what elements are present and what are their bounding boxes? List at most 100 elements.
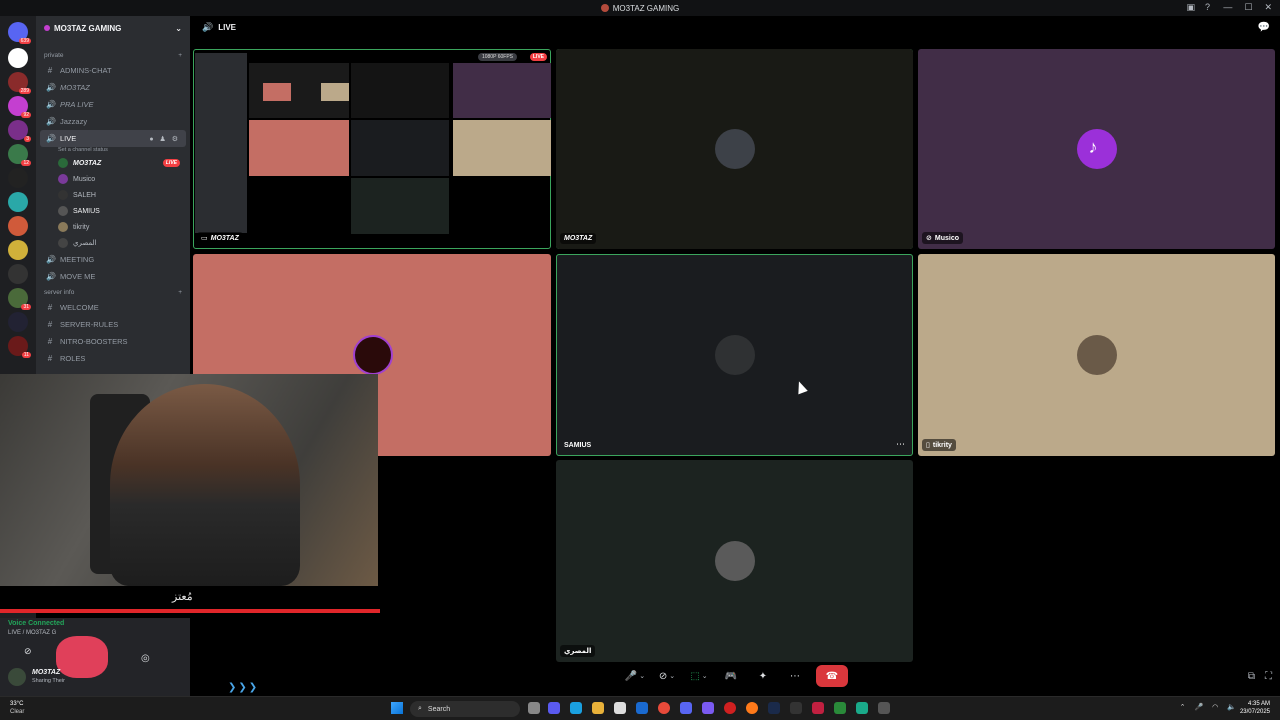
participant-tile[interactable]: SAMIUS ⋯ — [556, 254, 913, 456]
close-button[interactable]: ✕ — [1264, 2, 1272, 13]
stream-preview-tile — [351, 120, 449, 176]
app-icon[interactable] — [702, 702, 714, 714]
stream-tile[interactable]: 1080P 60FPS LIVE ▭ MO3TAZ — [193, 49, 551, 249]
edge-icon[interactable] — [570, 702, 582, 714]
weather-widget[interactable]: 33°C Clear — [10, 700, 24, 716]
channel-jazzazy[interactable]: 🔊 Jazzazy — [36, 113, 190, 130]
voice-user[interactable]: المصري — [36, 235, 190, 251]
server-icon[interactable] — [8, 192, 28, 212]
app-icon[interactable] — [834, 702, 846, 714]
live-badge: LIVE — [162, 159, 180, 167]
popout-icon[interactable]: ⧉ — [1248, 671, 1255, 682]
server-icon[interactable] — [8, 312, 28, 332]
server-icon[interactable]: 92 — [8, 96, 31, 118]
store-icon[interactable] — [614, 702, 626, 714]
channel-header: 🔊 LIVE — [202, 22, 236, 33]
add-channel-icon[interactable]: + — [178, 52, 182, 59]
server-icon[interactable] — [8, 240, 28, 260]
home-button[interactable]: 639 — [8, 22, 31, 44]
search-input[interactable]: ⌕ Search — [410, 701, 520, 717]
channel-pra-live[interactable]: 🔊 PRA LIVE — [36, 96, 190, 113]
participant-tile[interactable]: MO3TAZ — [556, 49, 913, 249]
help-icon[interactable]: ? — [1205, 2, 1210, 13]
task-view-icon[interactable] — [528, 702, 540, 714]
app-logo-icon — [600, 4, 609, 12]
opera-icon[interactable] — [724, 702, 736, 714]
disconnect-button[interactable]: ☎ — [816, 665, 848, 687]
arrows-decoration: ❯❯❯ — [228, 682, 260, 693]
voice-user[interactable]: Musico — [36, 171, 190, 187]
voice-user[interactable]: tikrity — [36, 219, 190, 235]
server-icon[interactable] — [8, 48, 28, 68]
voice-user[interactable]: MO3TAZ LIVE — [36, 155, 190, 171]
channel-server-rules[interactable]: # SERVER-RULES — [36, 316, 190, 333]
channel-welcome[interactable]: # WELCOME — [36, 299, 190, 316]
user-avatar[interactable] — [8, 668, 26, 686]
taskbar: 33°C Clear ⌕ Search ⌃ 🎤 ◠ 🔈 4:35 AM 23/07… — [0, 696, 1280, 720]
channel-move-me[interactable]: 🔊 MOVE ME — [36, 268, 190, 285]
minimize-button[interactable]: — — [1223, 2, 1232, 13]
avatar — [58, 174, 68, 184]
chat-icon[interactable]: 💬 — [1258, 22, 1270, 33]
server-icon[interactable]: 11 — [8, 336, 31, 358]
firefox-icon[interactable] — [746, 702, 758, 714]
voice-user[interactable]: SAMIUS — [36, 203, 190, 219]
channel-status[interactable]: Set a channel status — [36, 147, 190, 155]
chevron-down-icon[interactable]: ⌄ — [175, 24, 182, 33]
steam-icon[interactable] — [768, 702, 780, 714]
channel-meeting[interactable]: 🔊 MEETING — [36, 251, 190, 268]
microphone-button[interactable]: 🎤 ⌄ — [624, 665, 646, 687]
clock[interactable]: 4:35 AM 23/07/2025 — [1240, 700, 1270, 716]
participant-tile[interactable]: المصري — [556, 460, 913, 662]
camera-button[interactable]: ⊘ ⌄ — [656, 665, 678, 687]
category-private[interactable]: private + — [36, 48, 190, 62]
accent-line — [0, 609, 380, 613]
fullscreen-icon[interactable]: ⛶ — [1265, 671, 1272, 682]
stream-preview-tile — [321, 83, 349, 101]
discord-icon[interactable] — [680, 702, 692, 714]
server-icon[interactable] — [8, 168, 28, 188]
app-icon[interactable] — [812, 702, 824, 714]
app-icon[interactable] — [878, 702, 890, 714]
participant-tile[interactable]: ▯ tikrity — [918, 254, 1275, 456]
participant-tile[interactable]: ♪ ⊘ Musico — [918, 49, 1275, 249]
channel-mo3taz[interactable]: 🔊 MO3TAZ — [36, 79, 190, 96]
server-icon[interactable] — [8, 216, 28, 236]
more-button[interactable]: ⋯ — [784, 665, 806, 687]
server-icon[interactable]: 31 — [8, 288, 31, 310]
app-icon[interactable] — [790, 702, 802, 714]
guild-header[interactable]: MO3TAZ GAMING ⌄ — [36, 16, 190, 40]
app-icon[interactable] — [856, 702, 868, 714]
voice-location[interactable]: LIVE / MO3TAZ G — [8, 630, 56, 636]
soundboard-button[interactable]: ✦ — [752, 665, 774, 687]
chrome-icon[interactable] — [658, 702, 670, 714]
video-off-icon[interactable]: ⊘ — [24, 646, 32, 657]
activities-button[interactable]: 🎮 — [720, 665, 742, 687]
server-icon[interactable]: 289 — [8, 72, 31, 94]
screen-share-button[interactable]: ⬚ ⌄ — [688, 665, 710, 687]
server-icon[interactable]: 12 — [8, 144, 31, 166]
category-server-info[interactable]: server info + — [36, 285, 190, 299]
signature-text: مُعتز — [172, 590, 193, 603]
voice-user[interactable]: SALEH — [36, 187, 190, 203]
more-options-icon[interactable]: ⋯ — [896, 439, 905, 450]
title-bar: MO3TAZ GAMING ▣ ? — ☐ ✕ — [0, 0, 1280, 16]
speaker-icon: 🔊 — [46, 272, 56, 281]
maximize-button[interactable]: ☐ — [1244, 2, 1252, 13]
server-icon[interactable]: 3 — [8, 120, 31, 142]
outlook-icon[interactable] — [636, 702, 648, 714]
system-tray[interactable]: ⌃ 🎤 ◠ 🔈 — [1180, 703, 1236, 711]
voice-connected-label[interactable]: Voice Connected — [8, 620, 64, 627]
channel-nitro-boosters[interactable]: # NITRO-BOOSTERS — [36, 333, 190, 350]
channel-live[interactable]: 🔊 LIVE ● ♟ ⚙ — [40, 130, 186, 147]
tile-label: ▭ MO3TAZ — [197, 232, 243, 244]
add-channel-icon[interactable]: + — [178, 289, 182, 296]
server-icon[interactable] — [8, 264, 28, 284]
channel-admins-chat[interactable]: # ADMINS-CHAT — [36, 62, 190, 79]
channel-roles[interactable]: # ROLES — [36, 350, 190, 367]
copilot-icon[interactable] — [548, 702, 560, 714]
inbox-icon[interactable]: ▣ — [1186, 2, 1195, 13]
channel-action-icons[interactable]: ● ♟ ⚙ — [149, 135, 180, 143]
file-explorer-icon[interactable] — [592, 702, 604, 714]
start-button[interactable] — [391, 702, 403, 714]
